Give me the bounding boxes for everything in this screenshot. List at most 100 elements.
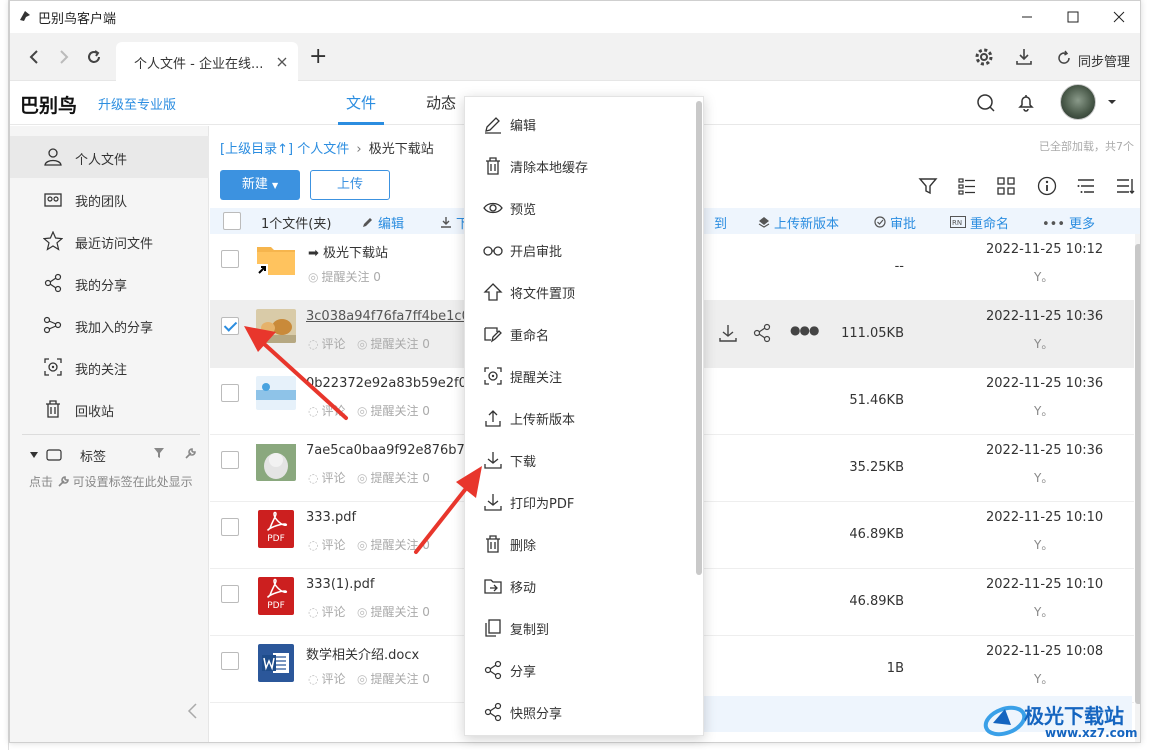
scrollbar-thumb[interactable] bbox=[1135, 244, 1140, 704]
row-checkbox[interactable] bbox=[221, 317, 239, 339]
select-all-checkbox[interactable] bbox=[223, 212, 241, 234]
sidebar-collapse-icon[interactable] bbox=[186, 702, 198, 720]
sidebar-item-my-focus[interactable]: 我的关注 bbox=[10, 346, 209, 388]
chevron-down-icon[interactable] bbox=[1107, 97, 1117, 107]
menu-item-edit[interactable]: 编辑 bbox=[465, 103, 691, 145]
sidebar-item-recycle-bin[interactable]: 回收站 bbox=[10, 388, 209, 430]
refresh-icon[interactable] bbox=[84, 47, 104, 67]
filter-icon[interactable] bbox=[153, 447, 165, 459]
row-checkbox[interactable] bbox=[221, 652, 239, 674]
menu-item-pin-top[interactable]: 将文件置顶 bbox=[465, 271, 691, 313]
image-thumbnail bbox=[256, 376, 296, 410]
comment-link[interactable]: 评论 bbox=[321, 337, 345, 351]
sidebar-item-joined-shares[interactable]: 我加入的分享 bbox=[10, 304, 209, 346]
menu-item-start-approval[interactable]: 开启审批 bbox=[465, 229, 691, 271]
row-checkbox[interactable] bbox=[221, 384, 239, 406]
focus-count[interactable]: 提醒关注 0 bbox=[321, 270, 380, 284]
search-icon[interactable] bbox=[976, 93, 996, 113]
focus-count[interactable]: 提醒关注 0 bbox=[370, 471, 429, 485]
sync-icon[interactable] bbox=[1056, 50, 1072, 66]
caret-down-icon[interactable] bbox=[30, 451, 38, 459]
sidebar-item-personal-files[interactable]: 个人文件 bbox=[10, 136, 209, 178]
menu-item-rename[interactable]: 重命名 bbox=[465, 313, 691, 355]
action-upload-version[interactable]: 上传新版本 bbox=[758, 213, 839, 232]
info-icon[interactable] bbox=[1037, 176, 1057, 196]
menu-item-clear-cache[interactable]: 清除本地缓存 bbox=[465, 145, 691, 187]
breadcrumb-root[interactable]: 个人文件 bbox=[297, 142, 349, 157]
menu-item-snapshot-share[interactable]: 快照分享 bbox=[465, 691, 691, 733]
forward-icon[interactable] bbox=[54, 47, 74, 67]
focus-count[interactable]: 提醒关注 0 bbox=[370, 404, 429, 418]
sync-manage-label[interactable]: 同步管理 bbox=[1078, 51, 1130, 70]
minimize-button[interactable] bbox=[1004, 1, 1050, 33]
bell-icon[interactable] bbox=[1016, 93, 1036, 113]
avatar[interactable] bbox=[1060, 84, 1096, 120]
download-manager-icon[interactable] bbox=[1014, 47, 1034, 67]
file-name[interactable]: 333(1).pdf bbox=[306, 577, 374, 592]
row-checkbox[interactable] bbox=[221, 518, 239, 540]
focus-count[interactable]: 提醒关注 0 bbox=[370, 538, 429, 552]
gear-icon[interactable] bbox=[974, 47, 994, 67]
file-name[interactable]: 3c038a94f76fa7ff4be1c0 bbox=[306, 309, 470, 324]
menu-item-delete[interactable]: 删除 bbox=[465, 523, 691, 565]
comment-link[interactable]: 评论 bbox=[321, 471, 345, 485]
breadcrumb-parent[interactable]: [上级目录↑] bbox=[220, 142, 293, 157]
menu-item-upload-version[interactable]: 上传新版本 bbox=[465, 397, 691, 439]
menu-item-label: 提醒关注 bbox=[510, 371, 563, 386]
file-list-scrollbar[interactable] bbox=[1135, 234, 1140, 742]
menu-item-remind-focus[interactable]: 提醒关注 bbox=[465, 355, 691, 397]
maximize-button[interactable] bbox=[1050, 1, 1096, 33]
column-settings-icon[interactable] bbox=[1115, 176, 1135, 196]
file-name[interactable]: 0b22372e92a83b59e2f0 bbox=[306, 376, 467, 391]
upgrade-link[interactable]: 升级至专业版 bbox=[98, 94, 176, 113]
file-name[interactable]: 7ae5ca0baa9f92e876b7 bbox=[306, 443, 465, 458]
sidebar-item-my-shares[interactable]: 我的分享 bbox=[10, 262, 209, 304]
menu-item-download[interactable]: 下载 bbox=[465, 439, 691, 481]
file-name[interactable]: 数学相关介绍.docx bbox=[306, 644, 419, 663]
action-rename[interactable]: RN 重命名 bbox=[950, 213, 1009, 232]
comment-link[interactable]: 评论 bbox=[321, 672, 345, 686]
focus-icon bbox=[44, 358, 62, 376]
focus-count[interactable]: 提醒关注 0 bbox=[370, 672, 429, 686]
menu-item-share[interactable]: 分享 bbox=[465, 649, 691, 691]
menu-item-print-pdf[interactable]: 打印为PDF bbox=[465, 481, 691, 523]
filter-icon[interactable] bbox=[918, 176, 938, 196]
comment-link[interactable]: 评论 bbox=[321, 404, 345, 418]
sidebar-item-my-team[interactable]: 我的团队 bbox=[10, 178, 209, 220]
tags-section-header[interactable]: 标签 bbox=[10, 441, 209, 469]
browser-tab[interactable]: 个人文件 - 企业在线... bbox=[116, 42, 298, 81]
wrench-icon[interactable] bbox=[184, 447, 197, 460]
action-more[interactable]: ••• 更多 bbox=[1042, 213, 1095, 232]
menu-item-move[interactable]: 移动 bbox=[465, 565, 691, 607]
new-button[interactable]: 新建 ▼ bbox=[220, 170, 300, 200]
context-menu-scrollbar[interactable] bbox=[696, 101, 702, 575]
action-copy-to[interactable]: 到 bbox=[714, 213, 727, 232]
download-icon[interactable] bbox=[718, 323, 738, 343]
file-meta: ◌ 评论 ◎ 提醒关注 0 bbox=[308, 402, 430, 419]
row-checkbox[interactable] bbox=[221, 585, 239, 607]
share-icon[interactable] bbox=[752, 323, 772, 343]
sidebar-item-recent-files[interactable]: 最近访问文件 bbox=[10, 220, 209, 262]
menu-item-copy-to[interactable]: 复制到 bbox=[465, 607, 691, 649]
sort-icon[interactable] bbox=[1076, 176, 1096, 196]
comment-link[interactable]: 评论 bbox=[321, 538, 345, 552]
tab-activity[interactable]: 动态 bbox=[426, 92, 456, 113]
focus-count[interactable]: 提醒关注 0 bbox=[370, 337, 429, 351]
tab-close-icon[interactable] bbox=[276, 56, 288, 68]
grid-view-icon[interactable] bbox=[996, 176, 1016, 196]
comment-link[interactable]: 评论 bbox=[321, 605, 345, 619]
action-edit[interactable]: 编辑 bbox=[362, 213, 404, 232]
file-name[interactable]: 333.pdf bbox=[306, 510, 356, 525]
row-checkbox[interactable] bbox=[221, 250, 239, 272]
close-button[interactable] bbox=[1096, 1, 1140, 33]
list-view-icon[interactable] bbox=[957, 176, 977, 196]
file-name[interactable]: ➡ 极光下载站 bbox=[308, 242, 388, 261]
focus-count[interactable]: 提醒关注 0 bbox=[370, 605, 429, 619]
new-tab-button[interactable]: + bbox=[309, 46, 327, 68]
upload-button[interactable]: 上传 bbox=[310, 170, 390, 200]
menu-item-preview[interactable]: 预览 bbox=[465, 187, 691, 229]
tab-files[interactable]: 文件 bbox=[346, 92, 376, 113]
back-icon[interactable] bbox=[24, 47, 44, 67]
row-checkbox[interactable] bbox=[221, 451, 239, 473]
action-approve[interactable]: 审批 bbox=[874, 213, 916, 232]
